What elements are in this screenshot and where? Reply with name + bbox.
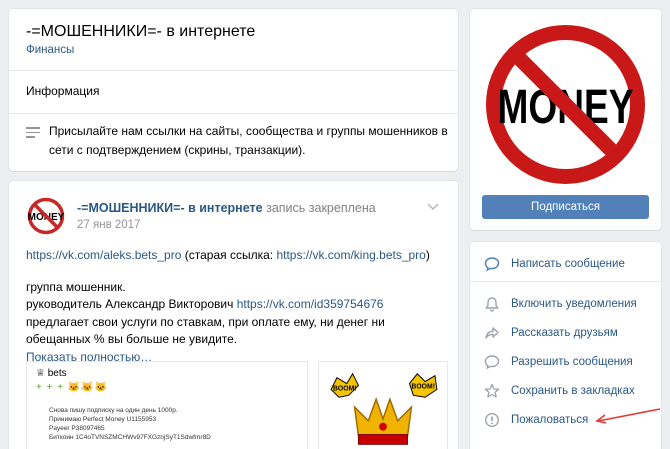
enable-notifications-action[interactable]: Включить уведомления [470,290,661,319]
chevron-down-icon[interactable] [427,203,439,211]
divider [470,281,661,282]
message-icon [484,257,500,272]
post-image-crown[interactable]: BOOM! BOOM! [318,361,448,449]
bell-icon [485,297,499,312]
description-lines-icon [26,127,40,139]
action-label: Пожаловаться [511,414,589,426]
divider [9,113,458,114]
post-image-screenshot[interactable]: ♕ bets + + + 🐱🐱🐱 Снова пишу подписку на … [26,361,308,449]
post-line: руководитель Александр Викторович [26,297,237,311]
action-label: Разрешить сообщения [511,356,633,368]
group-category-link[interactable]: Финансы [26,44,74,56]
boom-left-text: BOOM! [333,385,357,392]
group-description: Присылайте нам ссылки на сайты, сообщест… [49,124,448,157]
image-text-lines: Снова пишу подписку на один день 1000р. … [49,407,211,441]
image-emoji-line: + + + 🐱🐱🐱 [36,382,109,393]
post-author-avatar[interactable]: MONEY [26,196,66,236]
allow-messages-action[interactable]: Разрешить сообщения [470,348,661,377]
post-link-new[interactable]: https://vk.com/aleks.bets_pro [26,248,181,262]
star-icon [484,383,500,398]
info-section-label: Информация [26,84,100,98]
leader-profile-link[interactable]: https://vk.com/id359754676 [237,297,384,311]
post-text-fragment: ) [425,248,430,262]
pinned-post-card: MONEY -=МОШЕННИКИ=- в интернете запись з… [9,181,458,449]
post-text: https://vk.com/aleks.bets_pro (старая сс… [26,247,446,366]
post-line: группа мошенник. [26,279,126,294]
post-line: предлагает свои услуги по ставкам, при о… [26,314,385,347]
share-icon [485,327,499,339]
report-icon [484,412,500,428]
save-bookmark-action[interactable]: Сохранить в закладках [470,377,661,406]
action-label: Рассказать друзьям [511,327,618,339]
group-avatar-card: MONEY Подписаться [470,9,661,230]
post-date[interactable]: 27 янв 2017 [77,219,140,231]
action-label: Написать сообщение [511,258,625,270]
group-header-card: -=МОШЕННИКИ=- в интернете Финансы Информ… [9,9,458,171]
action-label: Сохранить в закладках [511,385,635,397]
red-arrow-annotation [595,408,661,424]
pinned-note: запись закреплена [266,201,376,215]
post-header: -=МОШЕННИКИ=- в интернете запись закрепл… [77,201,376,215]
divider [9,70,458,71]
post-link-old[interactable]: https://vk.com/king.bets_pro [276,248,425,262]
post-text-fragment: (старая ссылка: [181,248,277,262]
action-label: Включить уведомления [511,298,637,310]
group-avatar[interactable]: MONEY [482,21,649,188]
tell-friends-action[interactable]: Рассказать друзьям [470,319,661,348]
image-title: ♕ bets [36,368,67,379]
post-author-link[interactable]: -=МОШЕННИКИ=- в интернете [77,201,263,215]
write-message-action[interactable]: Написать сообщение [470,250,661,279]
subscribe-button[interactable]: Подписаться [482,195,649,219]
group-title: -=МОШЕННИКИ=- в интернете [26,23,256,40]
boom-right-text: BOOM! [411,383,435,390]
post-attachments: ♕ bets + + + 🐱🐱🐱 Снова пишу подписку на … [26,361,448,449]
chat-icon [484,355,500,370]
